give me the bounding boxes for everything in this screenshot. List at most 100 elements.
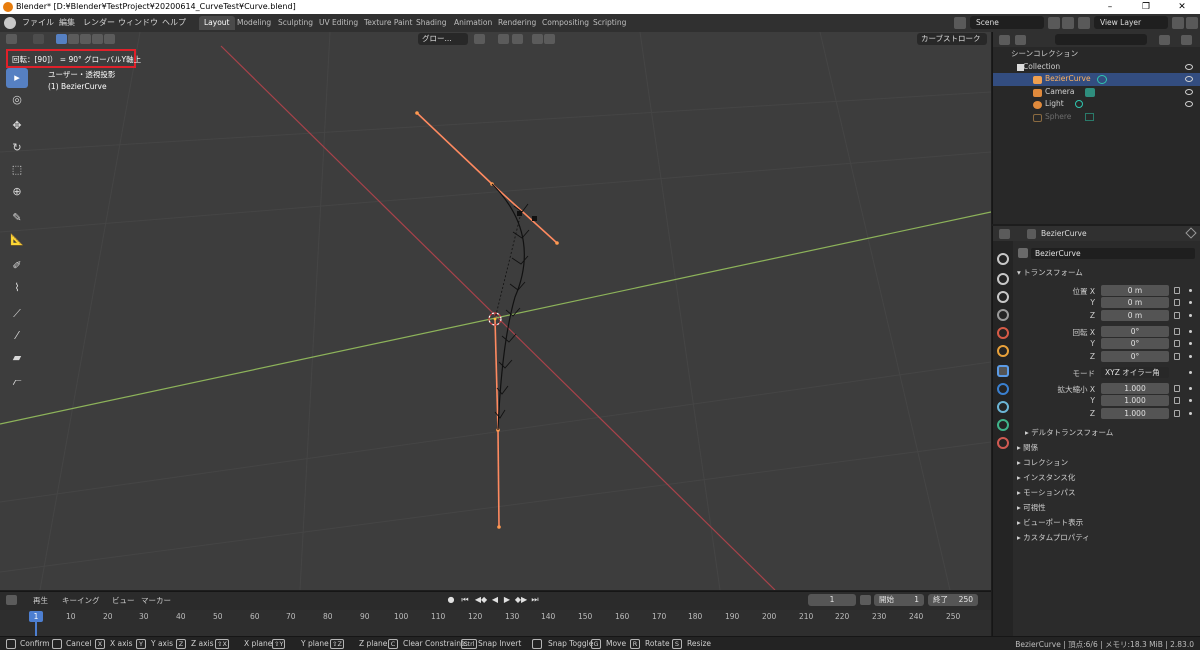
rotation-z-field[interactable]: 0° <box>1101 351 1169 362</box>
curve-stroke-dropdown[interactable]: カーブストローク <box>917 33 987 45</box>
annotate-icon[interactable]: ✎ <box>6 208 28 228</box>
pivot-icon[interactable] <box>474 34 485 44</box>
lock-icon[interactable] <box>1174 410 1180 417</box>
lock-icon[interactable] <box>1174 385 1180 392</box>
draw-icon[interactable]: ✐ <box>6 256 28 276</box>
jump-end-button[interactable]: ⏭ <box>530 595 540 605</box>
keyframe-dot-icon[interactable] <box>1189 412 1192 415</box>
visibility-eye-icon[interactable] <box>1185 89 1193 95</box>
visibility-eye-icon[interactable] <box>1185 76 1193 82</box>
outliner-editor-type-icon[interactable] <box>999 35 1010 45</box>
properties-editor-type-icon[interactable] <box>999 229 1010 239</box>
data-tab-icon[interactable] <box>997 437 1009 449</box>
collections-panel[interactable]: ▸ コレクション <box>1017 457 1068 468</box>
menu-help[interactable]: ヘルプ <box>162 17 186 28</box>
new-view-layer-icon[interactable] <box>1172 17 1184 29</box>
transform-icon[interactable]: ⊕ <box>6 182 28 202</box>
prev-keyframe-button[interactable]: ◀◆ <box>474 595 488 605</box>
next-keyframe-button[interactable]: ◆▶ <box>514 595 528 605</box>
tab-compositing[interactable]: Compositing <box>537 16 594 30</box>
playhead[interactable]: 1 <box>29 611 43 622</box>
pin-icon[interactable] <box>1185 227 1197 239</box>
outliner-search-input[interactable] <box>1055 34 1147 45</box>
transform-panel-header[interactable]: ▾ トランスフォーム <box>1017 267 1083 278</box>
visibility-eye-icon[interactable] <box>1185 101 1193 107</box>
select-subtract-icon[interactable] <box>80 34 91 44</box>
collection-checkbox[interactable] <box>1017 64 1024 71</box>
tilt-icon[interactable]: ⟋ <box>6 304 28 324</box>
menu-file[interactable]: ファイル <box>22 17 54 28</box>
tool-tab-icon[interactable] <box>997 253 1009 265</box>
lock-icon[interactable] <box>1174 353 1180 360</box>
play-button[interactable]: ▶ <box>502 595 512 605</box>
object-name-field[interactable]: BezierCurve <box>1031 248 1195 259</box>
outliner-row-sphere[interactable]: Sphere <box>993 111 1200 124</box>
keyframe-dot-icon[interactable] <box>1189 355 1192 358</box>
tab-layout[interactable]: Layout <box>199 16 235 30</box>
light-data-icon[interactable] <box>1075 100 1083 108</box>
timeline-menu-playback[interactable]: 再生 <box>33 595 48 606</box>
camera-data-icon[interactable] <box>1085 88 1095 97</box>
snap-icon[interactable] <box>498 34 509 44</box>
lock-icon[interactable] <box>1174 340 1180 347</box>
view-layer-tab-icon[interactable] <box>997 309 1009 321</box>
outliner-row-scene-collection[interactable]: シーンコレクション <box>993 48 1200 61</box>
radius-icon[interactable]: ⁄ <box>6 326 28 346</box>
frame-ruler[interactable]: 10 20 30 40 50 60 70 80 90 100 110 120 1… <box>0 610 991 636</box>
timeline-editor-type-icon[interactable] <box>6 595 17 605</box>
modifier-tab-icon[interactable] <box>997 383 1009 395</box>
keyframe-dot-icon[interactable] <box>1189 342 1192 345</box>
viewport-scene[interactable] <box>0 32 991 590</box>
outliner-row-collection[interactable]: Collection <box>993 61 1200 74</box>
tab-sculpting[interactable]: Sculpting <box>273 16 318 30</box>
physics-tab-icon[interactable] <box>997 401 1009 413</box>
rotation-x-field[interactable]: 0° <box>1101 326 1169 337</box>
menu-window[interactable]: ウィンドウ <box>118 17 158 28</box>
play-reverse-button[interactable]: ◀ <box>490 595 500 605</box>
delete-scene-icon[interactable] <box>1062 17 1074 29</box>
constraint-tab-icon[interactable] <box>997 419 1009 431</box>
tab-rendering[interactable]: Rendering <box>493 16 541 30</box>
orientation-dropdown[interactable]: グロー... <box>418 33 468 45</box>
outliner-row-camera[interactable]: Camera <box>993 86 1200 99</box>
new-collection-icon[interactable] <box>1181 35 1192 45</box>
3d-viewport[interactable]: グロー... カーブストローク 回転：[90]） = 90° グローバルY軸上 … <box>0 32 991 590</box>
preview-range-icon[interactable] <box>860 595 871 605</box>
output-tab-icon[interactable] <box>997 291 1009 303</box>
extrude-icon[interactable]: ▰ <box>6 348 28 368</box>
delta-transform-panel[interactable]: ▸ デルタトランスフォーム <box>1025 427 1113 438</box>
rotate-icon[interactable]: ↻ <box>6 138 28 158</box>
keyframe-dot-icon[interactable] <box>1189 399 1192 402</box>
lock-icon[interactable] <box>1174 299 1180 306</box>
visibility-panel[interactable]: ▸ 可視性 <box>1017 502 1046 513</box>
tab-animation[interactable]: Animation <box>449 16 497 30</box>
relations-panel[interactable]: ▸ 関係 <box>1017 442 1038 453</box>
scene-field[interactable]: Scene <box>970 16 1044 29</box>
world-tab-icon[interactable] <box>997 345 1009 357</box>
minimize-button[interactable]: – <box>1092 0 1128 14</box>
display-mode-icon[interactable] <box>1015 35 1026 45</box>
move-icon[interactable]: ✥ <box>6 116 28 136</box>
lock-icon[interactable] <box>1174 397 1180 404</box>
instancing-panel[interactable]: ▸ インスタンス化 <box>1017 472 1075 483</box>
select-new-icon[interactable] <box>56 34 67 44</box>
timeline-menu-keying[interactable]: キーイング <box>62 595 100 606</box>
outliner-row-light[interactable]: Light <box>993 98 1200 111</box>
scale-z-field[interactable]: 1.000 <box>1101 408 1169 419</box>
view-layer-icon[interactable] <box>1078 17 1090 29</box>
proportional-falloff-icon[interactable] <box>544 34 555 44</box>
scale-x-field[interactable]: 1.000 <box>1101 383 1169 394</box>
delete-view-layer-icon[interactable] <box>1186 17 1198 29</box>
close-button[interactable]: ✕ <box>1164 0 1200 14</box>
start-frame-field[interactable]: 開始 1 <box>874 594 924 606</box>
object-tab-icon[interactable] <box>997 365 1009 377</box>
menu-render[interactable]: レンダー <box>83 17 115 28</box>
new-scene-icon[interactable] <box>1048 17 1060 29</box>
motion-paths-panel[interactable]: ▸ モーションパス <box>1017 487 1076 498</box>
tab-shading[interactable]: Shading <box>411 16 451 30</box>
rotation-y-field[interactable]: 0° <box>1101 338 1169 349</box>
viewport-display-panel[interactable]: ▸ ビューポート表示 <box>1017 517 1083 528</box>
tab-modeling[interactable]: Modeling <box>232 16 276 30</box>
scale-icon[interactable]: ⬚ <box>6 160 28 180</box>
select-extend-icon[interactable] <box>68 34 79 44</box>
